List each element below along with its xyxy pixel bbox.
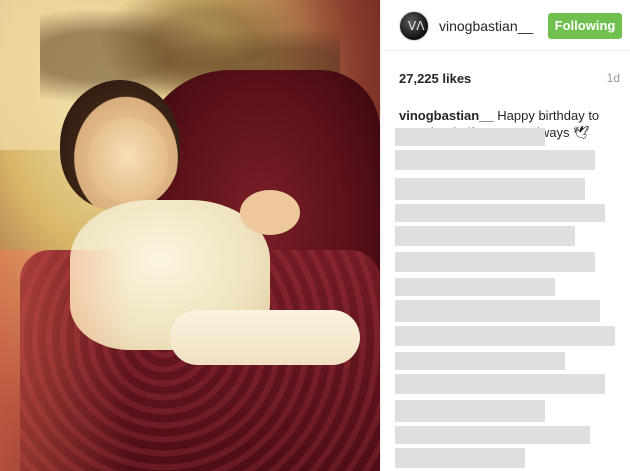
post-stats: 27,225 likes 1d [381, 57, 630, 99]
photo-baby-leg [170, 310, 360, 365]
pixel-block [395, 352, 565, 370]
post-side-panel: ᐯᐱ vinogbastian__ Following 27,225 likes… [380, 0, 630, 471]
caption-username[interactable]: vinogbastian__ [399, 108, 494, 123]
pixel-block [395, 128, 545, 146]
post-header: ᐯᐱ vinogbastian__ Following [381, 1, 630, 51]
photo-baby-arm [240, 190, 300, 235]
pixel-block [395, 204, 605, 222]
avatar[interactable]: ᐯᐱ [399, 10, 429, 41]
header-username[interactable]: vinogbastian__ [439, 18, 548, 34]
pixel-block [395, 226, 575, 246]
pixelated-comments [395, 128, 627, 471]
instagram-post: ᐯᐱ vinogbastian__ Following 27,225 likes… [0, 0, 630, 471]
photo-baby-face [88, 118, 168, 203]
post-photo[interactable] [0, 0, 380, 471]
pixel-block [395, 326, 615, 346]
pixel-block [395, 278, 555, 296]
post-timestamp[interactable]: 1d [607, 71, 620, 85]
photo-light-flare [0, 250, 130, 471]
following-button[interactable]: Following [548, 12, 622, 39]
pixel-block [395, 150, 595, 170]
pixel-block [395, 448, 525, 468]
pixel-block [395, 374, 605, 394]
pixel-block [395, 252, 595, 272]
pixel-block [395, 300, 600, 322]
avatar-monogram-icon: ᐯᐱ [408, 18, 425, 33]
likes-count[interactable]: 27,225 likes [399, 71, 471, 86]
pixel-block [395, 426, 590, 444]
pixel-block [395, 400, 545, 422]
pixel-block [395, 178, 585, 200]
